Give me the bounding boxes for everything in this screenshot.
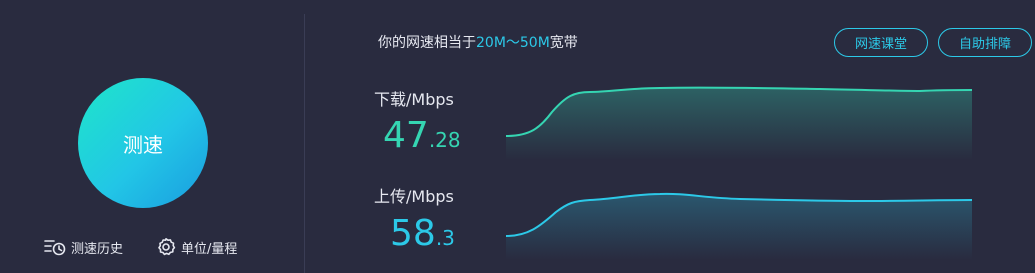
bandwidth-equivalent-text: 你的网速相当于20M～50M宽带 [378,32,578,52]
download-curve-fill [506,87,972,160]
headline-prefix: 你的网速相当于 [378,35,476,51]
speed-test-button-label: 测速 [123,132,163,157]
speed-course-label: 网速课堂 [854,37,907,52]
download-value-decimal: .28 [428,128,461,152]
upload-value: 58.3 [390,216,455,252]
unit-range-link[interactable]: 单位/量程 [156,236,237,258]
upload-value-integer: 58 [390,213,436,254]
self-troubleshoot-button[interactable]: 自助排障 [938,28,1032,57]
upload-curve-fill [506,193,972,260]
left-panel: 测速 测速历史 单位/量程 [0,0,305,273]
download-label: 下载/Mbps [374,90,454,109]
headline-suffix: 宽带 [549,35,578,51]
start-speed-test-button[interactable]: 测速 [78,78,208,208]
upload-speed-curve [505,192,973,260]
headline-range: 20M～50M [476,35,550,51]
download-speed-curve [505,86,973,160]
speed-history-label: 测速历史 [71,241,124,257]
unit-range-label: 单位/量程 [181,241,238,257]
history-list-icon [44,238,66,256]
download-value-integer: 47 [383,115,429,156]
download-value: 47.28 [383,118,461,154]
speed-history-link[interactable]: 测速历史 [44,236,123,258]
upload-value-decimal: .3 [435,226,455,250]
speed-course-button[interactable]: 网速课堂 [834,28,928,57]
self-troubleshoot-label: 自助排障 [958,37,1011,52]
upload-label: 上传/Mbps [374,187,454,206]
gear-icon [156,237,176,257]
panel-divider [304,14,305,273]
speed-test-panel: 测速 测速历史 单位/量程 你的网速相当于20M～50M宽带 网速课堂 自助排障… [0,0,1035,273]
